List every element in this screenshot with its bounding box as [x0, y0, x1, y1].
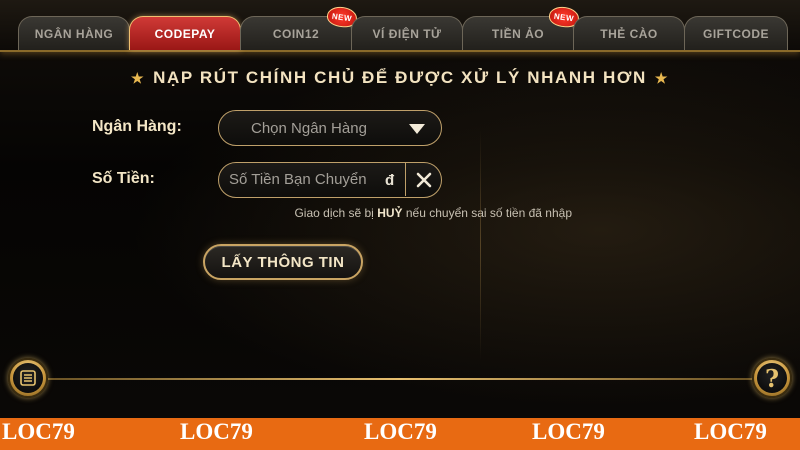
tab-codepay[interactable]: CODEPAY [129, 16, 241, 50]
bank-select-value: Chọn Ngân Hàng [251, 119, 367, 137]
get-info-button[interactable]: LẤY THÔNG TIN [203, 244, 363, 280]
warning-note: Giao dịch sẽ bị HUỶ nếu chuyển sai số ti… [0, 206, 572, 220]
watermark: LOC79 [364, 419, 437, 444]
get-info-label: LẤY THÔNG TIN [221, 253, 345, 271]
tab-label: CODEPAY [154, 26, 216, 41]
tab-label: VÍ ĐIỆN TỬ [372, 26, 442, 41]
watermark: LOC79 [532, 419, 605, 444]
list-icon [20, 370, 36, 386]
amount-input[interactable] [219, 163, 405, 196]
menu-button-face [13, 363, 43, 393]
currency-symbol: đ [385, 172, 395, 189]
note-prefix: Giao dịch sẽ bị [294, 206, 378, 220]
tab-label: TIỀN ẢO [491, 26, 545, 41]
tab-label: THẺ CÀO [600, 26, 658, 41]
caret-down-icon [409, 124, 425, 134]
headline-text: NẠP RÚT CHÍNH CHỦ ĐỂ ĐƯỢC XỬ LÝ NHANH HƠ… [153, 68, 647, 87]
app-window: NGÂN HÀNG CODEPAY COIN12 NEW VÍ ĐIỆN TỬ T… [0, 0, 800, 418]
tab-ngan-hang[interactable]: NGÂN HÀNG [18, 16, 130, 50]
question-icon: ? [764, 363, 780, 393]
tab-bar-frame: NGÂN HÀNG CODEPAY COIN12 NEW VÍ ĐIỆN TỬ T… [0, 0, 800, 52]
divider [480, 130, 481, 360]
amount-label: Số Tiền: [92, 170, 155, 187]
star-icon: ★ [654, 70, 669, 86]
watermark: LOC79 [180, 419, 253, 444]
help-button-face: ? [757, 363, 787, 393]
tab-tien-ao[interactable]: TIỀN ẢO NEW [462, 5, 581, 50]
tab-giftcode[interactable]: GIFTCODE [684, 16, 788, 50]
close-icon [416, 172, 431, 187]
clear-button[interactable] [405, 163, 441, 196]
tab-vi-dien-tu[interactable]: VÍ ĐIỆN TỬ [351, 16, 463, 50]
note-strong: HUỶ [377, 206, 403, 220]
page-headline: ★ NẠP RÚT CHÍNH CHỦ ĐỂ ĐƯỢC XỬ LÝ NHANH H… [0, 68, 800, 88]
tab-coin12[interactable]: COIN12 NEW [240, 5, 359, 50]
watermark: LOC79 [2, 419, 75, 444]
note-suffix: nếu chuyển sai số tiền đã nhập [402, 206, 572, 220]
bank-label: Ngân Hàng: [92, 118, 182, 135]
tab-label: COIN12 [272, 26, 320, 41]
tab-the-cao[interactable]: THẺ CÀO [573, 16, 685, 50]
bottom-divider [48, 378, 752, 380]
amount-field: đ [218, 162, 442, 198]
star-icon: ★ [131, 70, 146, 86]
tab-label: NGÂN HÀNG [34, 26, 114, 41]
tab-bar: NGÂN HÀNG CODEPAY COIN12 NEW VÍ ĐIỆN TỬ T… [18, 5, 788, 50]
watermark: LOC79 [694, 419, 767, 444]
help-button[interactable]: ? [752, 358, 792, 398]
bank-select[interactable]: Chọn Ngân Hàng [218, 110, 442, 146]
tab-label: GIFTCODE [703, 26, 769, 41]
menu-button[interactable] [8, 358, 48, 398]
